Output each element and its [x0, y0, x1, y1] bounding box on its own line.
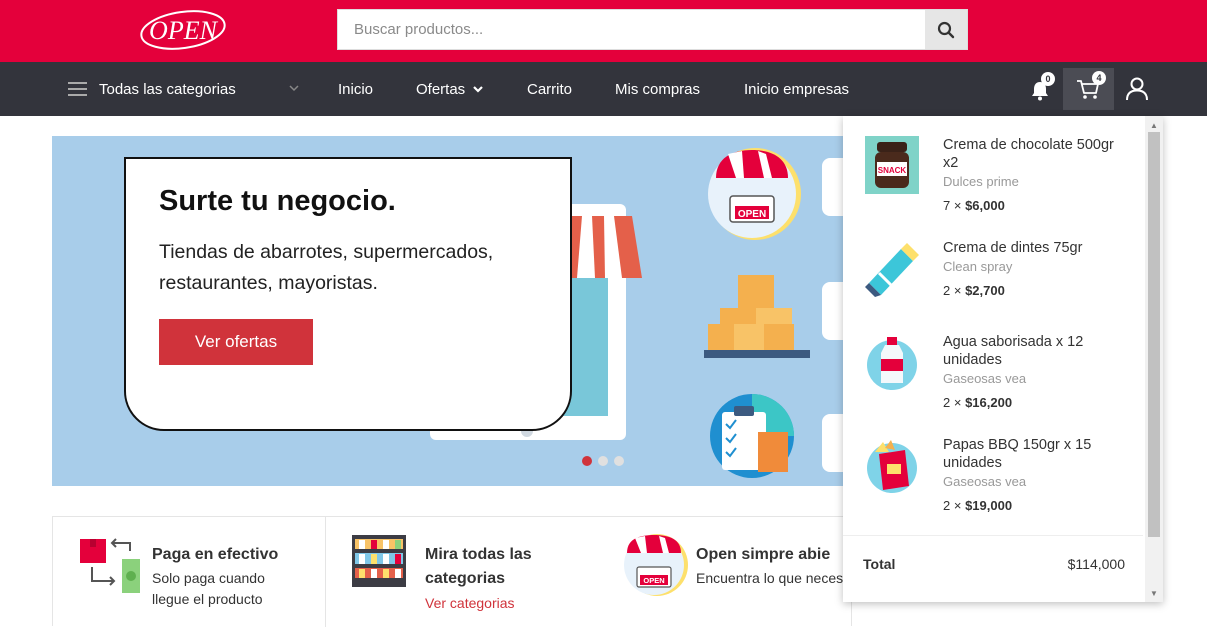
cart-item-qty: 2 × $2,700 [943, 283, 1005, 298]
search-bar [337, 9, 968, 50]
shelf-icon [352, 535, 406, 587]
water-bottle-icon [867, 337, 917, 390]
chips-bag-icon [867, 440, 917, 493]
toothpaste-icon [865, 243, 919, 297]
hamburger-icon [68, 82, 87, 96]
divider [843, 535, 1143, 536]
ver-ofertas-button[interactable]: Ver ofertas [159, 319, 313, 365]
cart-item-brand: Gaseosas vea [943, 371, 1027, 386]
nav-item-label: Carrito [527, 80, 573, 98]
cart-item: Agua saborisada x 12 unidades Gaseosas v… [843, 315, 1143, 415]
features-row: Paga en efectivo Solo paga cuando llegue… [52, 516, 853, 627]
feature-title: categorias [425, 570, 506, 587]
svg-text:SNACK: SNACK [878, 166, 907, 175]
cart-item: Crema de dintes 75gr Clean spray 2 × $2,… [843, 221, 1143, 321]
cart-item: Papas BBQ 150gr x 15 unidades Gaseosas v… [843, 418, 1143, 518]
carousel-dots [582, 454, 632, 468]
top-bar: OPEN [0, 0, 1207, 62]
cart-item: SNACK Crema de chocolate 500gr x2 Dulces… [843, 118, 1143, 218]
search-button[interactable] [925, 10, 967, 49]
nav-item-label: Inicio empresas [744, 80, 850, 98]
cart-badge: 4 [1092, 71, 1106, 85]
open-logo[interactable]: OPEN [138, 8, 228, 52]
nav-item-inicio[interactable]: Inicio [338, 62, 373, 116]
feature-text: Encuentra lo que neces [696, 570, 844, 586]
cart-item-qty: 2 × $19,000 [943, 498, 1013, 513]
svg-text:OPEN: OPEN [643, 576, 664, 585]
scroll-up-arrow-icon[interactable]: ▲ [1145, 118, 1163, 132]
nav-item-mis-compras[interactable]: Mis compras [615, 62, 700, 116]
cart-item-brand: Gaseosas vea [943, 474, 1027, 489]
cart-item-qty: 2 × $16,200 [943, 395, 1013, 410]
chocolate-jar-icon: SNACK [865, 136, 919, 194]
banner-text: Tiendas de abarrotes, supermercados, res… [159, 241, 494, 294]
feature-text: Solo paga cuando [152, 570, 265, 586]
feature-title: Paga en efectivo [152, 546, 279, 563]
feature-categories: Mira todas las categorias Ver categorias [327, 517, 612, 627]
cart-item-name[interactable]: Crema de chocolate 500gr x2 [943, 136, 1133, 172]
nav-item-label: Ofertas [416, 80, 466, 98]
carousel-dot-2[interactable] [598, 456, 608, 466]
feature-open: OPEN Open simpre abie Encuentra lo que n… [613, 517, 853, 627]
feature-title: Open simpre abie [696, 546, 831, 563]
nav-item-ofertas[interactable]: Ofertas [416, 62, 484, 116]
cart-item-brand: Clean spray [943, 259, 1013, 274]
cart-item-name[interactable]: Crema de dintes 75gr [943, 239, 1133, 257]
cart-item-qty: 7 × $6,000 [943, 198, 1005, 213]
cart-dropdown: SNACK Crema de chocolate 500gr x2 Dulces… [843, 116, 1163, 602]
feature-text: llegue el producto [152, 591, 263, 607]
categories-label: Todas las categorias [99, 80, 236, 98]
feature-title: Mira todas las [425, 546, 532, 563]
cart-button[interactable]: 4 [1063, 68, 1114, 110]
nav-item-label: Inicio [338, 80, 374, 98]
hero-banner: OPEN Surte tu negocio. Tiendas de abarro… [52, 136, 852, 486]
chevron-down-icon [289, 85, 299, 92]
nav-item-carrito[interactable]: Carrito [527, 62, 572, 116]
carousel-dot-3[interactable] [614, 456, 624, 466]
cart-total-value: $114,000 [1067, 556, 1125, 572]
banner-title: Surte tu negocio. [159, 185, 396, 217]
nav-item-inicio-empresas[interactable]: Inicio empresas [744, 62, 849, 116]
cart-total-label: Total [863, 556, 896, 572]
banner-card: Surte tu negocio. Tiendas de abarrotes, … [124, 157, 572, 431]
search-icon [937, 21, 955, 38]
scroll-down-arrow-icon[interactable]: ▼ [1145, 586, 1163, 600]
cart-item-name[interactable]: Papas BBQ 150gr x 15 unidades [943, 436, 1133, 472]
user-icon [1126, 77, 1148, 101]
cart-item-brand: Dulces prime [943, 174, 1019, 189]
ver-categorias-link[interactable]: Ver categorias [425, 595, 515, 611]
categories-menu[interactable]: Todas las categorias [68, 62, 300, 116]
store-open-icon: OPEN [624, 534, 688, 596]
cart-scrollbar[interactable]: ▲ ▼ [1145, 116, 1163, 602]
scroll-thumb[interactable] [1148, 132, 1160, 537]
nav-item-label: Mis compras [615, 80, 701, 98]
cash-payment-icon [80, 538, 140, 593]
chevron-down-icon [473, 86, 483, 93]
cart-item-name[interactable]: Agua saborisada x 12 unidades [943, 333, 1133, 369]
account-button[interactable] [1126, 77, 1150, 101]
nav-bar: Todas las categorias Inicio Ofertas Carr… [0, 62, 1207, 116]
notifications-badge: 0 [1041, 72, 1055, 86]
svg-text:OPEN: OPEN [149, 16, 219, 45]
search-input[interactable] [338, 10, 926, 49]
carousel-dot-1[interactable] [582, 456, 592, 466]
feature-cash: Paga en efectivo Solo paga cuando llegue… [53, 517, 326, 627]
svg-text:OPEN: OPEN [738, 209, 766, 220]
notifications-button[interactable]: 0 [1030, 72, 1055, 102]
